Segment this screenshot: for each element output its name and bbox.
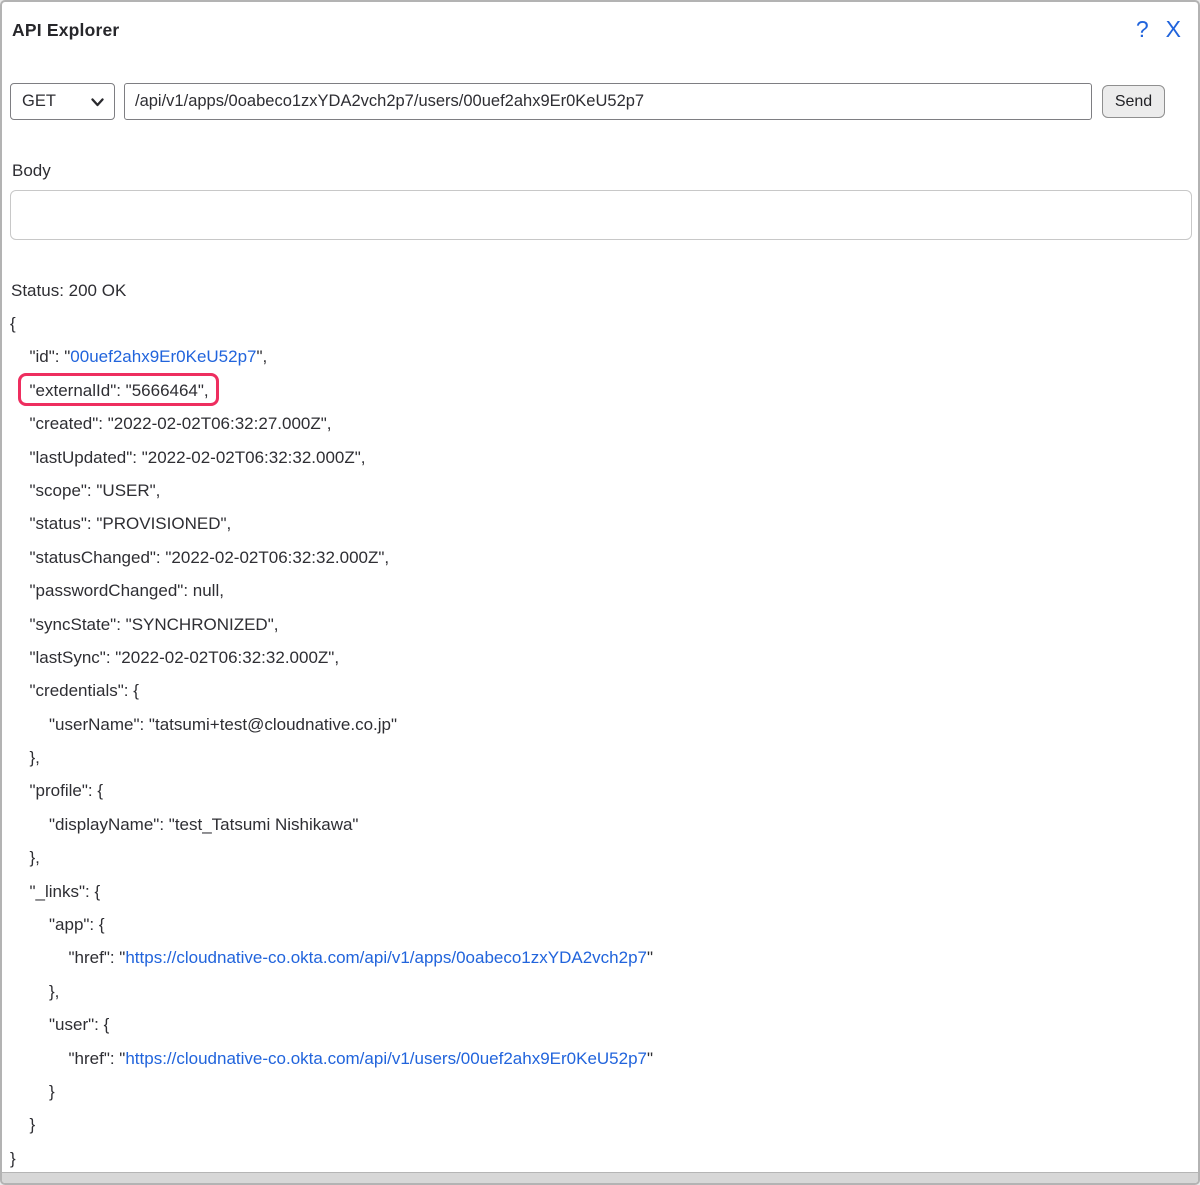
json-text: }	[29, 1115, 36, 1135]
json-text: },	[49, 981, 60, 1001]
json-line: "credentials": {	[2, 674, 1198, 707]
json-text: {	[10, 314, 16, 333]
json-text: "_links": {	[29, 881, 101, 901]
response-json: { "id": "00uef2ahx9Er0KeU52p7", "externalI…	[2, 307, 1198, 1175]
json-line: "status": "PROVISIONED",	[2, 507, 1198, 540]
close-icon[interactable]: X	[1166, 18, 1181, 41]
json-text: "created": "2022-02-02T06:32:27.000Z",	[29, 414, 332, 434]
send-button[interactable]: Send	[1102, 85, 1165, 118]
json-text: "externalId": "5666464",	[29, 380, 209, 400]
chevron-down-icon	[91, 98, 104, 107]
json-text: },	[29, 748, 40, 768]
json-line: "scope": "USER",	[2, 474, 1198, 507]
json-line: }	[2, 1142, 1198, 1175]
page-title: API Explorer	[12, 20, 120, 40]
json-line: "externalId": "5666464",	[2, 374, 1198, 407]
json-text: "scope": "USER",	[29, 480, 161, 500]
status-text: Status: 200 OK	[11, 281, 127, 300]
json-line: "_links": {	[2, 875, 1198, 908]
json-line: "profile": {	[2, 774, 1198, 807]
body-label: Body	[12, 161, 51, 180]
method-select-value: GET	[22, 92, 56, 110]
api-explorer-window: API Explorer ? X GET Send Body Status: 2…	[0, 0, 1200, 1185]
json-line: "statusChanged": "2022-02-02T06:32:32.00…	[2, 541, 1198, 574]
json-line: "app": {	[2, 908, 1198, 941]
json-text: "userName": "tatsumi+test@cloudnative.co…	[49, 714, 398, 734]
json-text: "displayName": "test_Tatsumi Nishikawa"	[49, 814, 359, 834]
json-text: "	[647, 1048, 654, 1068]
json-text: "user": {	[49, 1015, 110, 1035]
json-text: },	[29, 848, 40, 868]
window-controls: ? X	[1136, 18, 1181, 41]
json-text: "syncState": "SYNCHRONIZED",	[29, 614, 279, 634]
method-select[interactable]: GET	[10, 83, 115, 120]
help-icon[interactable]: ?	[1136, 18, 1149, 41]
json-text: }	[10, 1148, 16, 1168]
json-text: "	[647, 948, 654, 968]
json-line: "id": "00uef2ahx9Er0KeU52p7",	[2, 340, 1198, 373]
json-text: "passwordChanged": null,	[29, 581, 224, 601]
json-line: "userName": "tatsumi+test@cloudnative.co…	[2, 708, 1198, 741]
json-text: "href": "	[68, 1048, 126, 1068]
json-text: "statusChanged": "2022-02-02T06:32:32.00…	[29, 547, 390, 567]
json-link[interactable]: https://cloudnative-co.okta.com/api/v1/a…	[125, 948, 647, 967]
json-text: "credentials": {	[29, 681, 139, 701]
json-text: "href": "	[68, 948, 126, 968]
json-text: "app": {	[49, 915, 105, 935]
json-line: "href": "https://cloudnative-co.okta.com…	[2, 1042, 1198, 1075]
json-text: "profile": {	[29, 781, 104, 801]
json-text: "lastSync": "2022-02-02T06:32:32.000Z",	[29, 647, 340, 667]
json-line: "user": {	[2, 1008, 1198, 1041]
json-line: "created": "2022-02-02T06:32:27.000Z",	[2, 407, 1198, 440]
json-text: "lastUpdated": "2022-02-02T06:32:32.000Z…	[29, 447, 366, 467]
json-line: "lastUpdated": "2022-02-02T06:32:32.000Z…	[2, 441, 1198, 474]
window-bottom-edge	[2, 1172, 1198, 1183]
json-line: "lastSync": "2022-02-02T06:32:32.000Z",	[2, 641, 1198, 674]
json-line: },	[2, 841, 1198, 874]
url-input[interactable]	[124, 83, 1092, 120]
json-line: "syncState": "SYNCHRONIZED",	[2, 608, 1198, 641]
json-text: }	[49, 1081, 55, 1101]
json-line: {	[2, 307, 1198, 340]
json-line: "passwordChanged": null,	[2, 574, 1198, 607]
json-line: }	[2, 1075, 1198, 1108]
json-link[interactable]: 00uef2ahx9Er0KeU52p7	[70, 347, 256, 366]
json-link[interactable]: https://cloudnative-co.okta.com/api/v1/u…	[125, 1049, 647, 1068]
json-line: },	[2, 741, 1198, 774]
json-line: "href": "https://cloudnative-co.okta.com…	[2, 941, 1198, 974]
body-textarea[interactable]	[10, 190, 1192, 240]
json-text: "id": "	[29, 347, 71, 367]
json-line: },	[2, 975, 1198, 1008]
json-line: }	[2, 1108, 1198, 1141]
json-text: ",	[256, 347, 268, 367]
external-id-highlight: "externalId": "5666464",	[30, 381, 209, 400]
json-line: "displayName": "test_Tatsumi Nishikawa"	[2, 808, 1198, 841]
json-text: "status": "PROVISIONED",	[29, 514, 232, 534]
